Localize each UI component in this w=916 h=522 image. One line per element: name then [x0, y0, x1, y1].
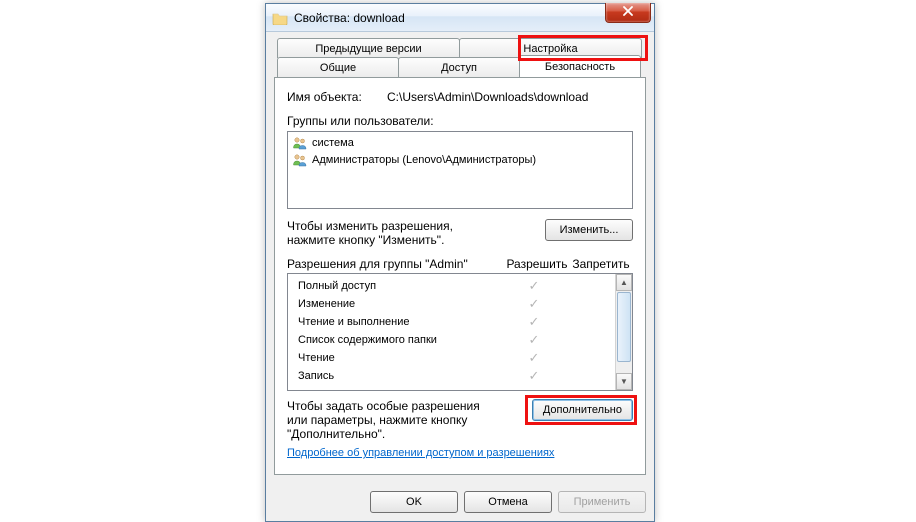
tab-security[interactable]: Безопасность: [519, 55, 641, 77]
close-button[interactable]: [605, 3, 651, 23]
permission-row: Полный доступ✓: [288, 277, 615, 295]
list-item-label: Администраторы (Lenovo\Администраторы): [312, 154, 536, 166]
allow-check-icon: ✓: [507, 296, 561, 312]
edit-button[interactable]: Изменить...: [545, 219, 633, 241]
tab-previous-versions[interactable]: Предыдущие версии: [277, 38, 460, 58]
apply-button[interactable]: Применить: [558, 491, 646, 513]
permission-row: Чтение✓: [288, 349, 615, 367]
learn-more-link[interactable]: Подробнее об управлении доступом и разре…: [287, 447, 554, 459]
col-allow: Разрешить: [505, 257, 569, 271]
permission-row: Запись✓: [288, 367, 615, 385]
permissions-for-label: Разрешения для группы "Admin": [287, 257, 505, 271]
allow-check-icon: ✓: [507, 314, 561, 330]
allow-check-icon: ✓: [507, 350, 561, 366]
permission-row: Изменение✓: [288, 295, 615, 313]
permission-name: Чтение и выполнение: [298, 316, 507, 328]
titlebar[interactable]: Свойства: download: [266, 4, 654, 32]
close-icon: [622, 6, 634, 19]
tab-general[interactable]: Общие: [277, 57, 399, 77]
advanced-hint: Чтобы задать особые разрешения или парам…: [287, 399, 497, 441]
object-name-label: Имя объекта:: [287, 90, 387, 104]
tab-sharing[interactable]: Доступ: [398, 57, 520, 77]
groups-listbox[interactable]: система Администраторы (Lenovo\Администр…: [287, 131, 633, 209]
permission-row: Список содержимого папки✓: [288, 331, 615, 349]
scroll-track[interactable]: [616, 291, 632, 373]
window-title: Свойства: download: [294, 11, 405, 25]
user-group-icon: [292, 152, 308, 168]
permission-row: Чтение и выполнение✓: [288, 313, 615, 331]
dialog-buttons: OK Отмена Применить: [266, 483, 654, 521]
tab-panel-security: Имя объекта: C:\Users\Admin\Downloads\do…: [274, 77, 646, 475]
scroll-thumb[interactable]: [617, 292, 631, 362]
advanced-button[interactable]: Дополнительно: [532, 399, 633, 421]
client-area: Предыдущие версии Настройка Общие Доступ…: [266, 32, 654, 483]
object-name-value: C:\Users\Admin\Downloads\download: [387, 90, 588, 104]
permission-name: Полный доступ: [298, 280, 507, 292]
scroll-down-icon[interactable]: ▼: [616, 373, 632, 390]
edit-hint: Чтобы изменить разрешения, нажмите кнопк…: [287, 219, 497, 247]
ok-button[interactable]: OK: [370, 491, 458, 513]
cancel-button[interactable]: Отмена: [464, 491, 552, 513]
allow-check-icon: ✓: [507, 332, 561, 348]
permission-name: Изменение: [298, 298, 507, 310]
col-deny: Запретить: [569, 257, 633, 271]
permissions-listbox: Полный доступ✓Изменение✓Чтение и выполне…: [287, 273, 633, 391]
groups-label: Группы или пользователи:: [287, 114, 633, 128]
properties-dialog: Свойства: download Предыдущие версии Нас…: [265, 3, 655, 522]
user-group-icon: [292, 135, 308, 151]
allow-check-icon: ✓: [507, 368, 561, 384]
folder-icon: [272, 11, 288, 25]
scroll-up-icon[interactable]: ▲: [616, 274, 632, 291]
tabs-container: Предыдущие версии Настройка Общие Доступ…: [274, 38, 646, 475]
list-item[interactable]: система: [290, 134, 630, 151]
scrollbar[interactable]: ▲ ▼: [615, 274, 632, 390]
list-item[interactable]: Администраторы (Lenovo\Администраторы): [290, 151, 630, 168]
list-item-label: система: [312, 137, 354, 149]
allow-check-icon: ✓: [507, 278, 561, 294]
permission-name: Список содержимого папки: [298, 334, 507, 346]
permission-name: Чтение: [298, 352, 507, 364]
permission-name: Запись: [298, 370, 507, 382]
